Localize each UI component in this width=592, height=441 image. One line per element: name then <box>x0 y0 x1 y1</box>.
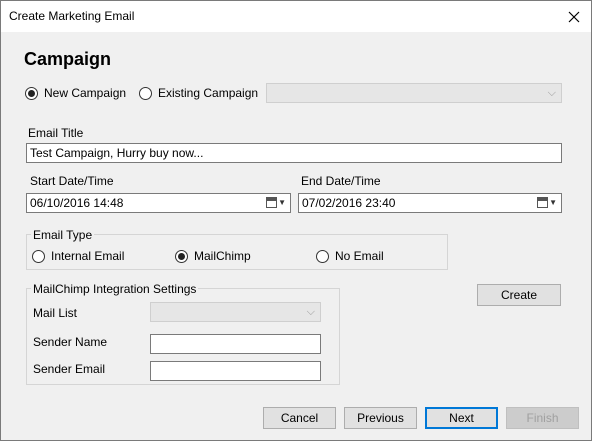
next-button[interactable]: Next <box>425 407 498 429</box>
mailchimp-label: MailChimp <box>194 249 251 263</box>
finish-button-label: Finish <box>526 411 559 425</box>
internal-email-radio[interactable]: Internal Email <box>32 249 124 263</box>
radio-unchecked-icon <box>139 86 152 100</box>
close-icon <box>568 11 580 22</box>
start-date-value: 06/10/2016 14:48 <box>30 196 124 210</box>
no-email-radio[interactable]: No Email <box>316 249 384 263</box>
page-heading: Campaign <box>24 49 112 69</box>
end-date-value: 07/02/2016 23:40 <box>302 196 396 210</box>
mailchimp-radio[interactable]: MailChimp <box>175 249 251 263</box>
sender-name-label: Sender Name <box>33 335 108 349</box>
radio-checked-icon <box>175 249 188 263</box>
internal-email-label: Internal Email <box>51 249 125 263</box>
sender-email-label: Sender Email <box>33 362 106 376</box>
close-button[interactable] <box>557 1 591 32</box>
previous-button[interactable]: Previous <box>344 407 417 429</box>
create-button-label: Create <box>500 288 538 302</box>
calendar-icon[interactable]: ▼ <box>537 197 557 208</box>
end-date-picker[interactable]: 07/02/2016 23:40 ▼ <box>298 193 562 213</box>
radio-unchecked-icon <box>316 249 329 263</box>
previous-button-label: Previous <box>357 411 404 425</box>
cancel-button-label: Cancel <box>280 411 319 425</box>
no-email-label: No Email <box>335 249 384 263</box>
dialog-window: Create Marketing Email Campaign New Camp… <box>0 0 592 441</box>
existing-campaign-radio[interactable]: Existing Campaign <box>139 86 258 100</box>
create-button[interactable]: Create <box>477 284 561 306</box>
email-type-legend: Email Type <box>31 228 95 242</box>
chevron-down-icon: ⌵ <box>306 306 315 318</box>
next-button-label: Next <box>449 411 474 425</box>
window-title: Create Marketing Email <box>9 9 135 23</box>
finish-button: Finish <box>506 407 579 429</box>
mailchimp-settings-legend: MailChimp Integration Settings <box>31 282 199 296</box>
radio-checked-icon <box>25 86 38 100</box>
sender-email-field[interactable] <box>150 361 321 381</box>
calendar-icon[interactable]: ▼ <box>266 197 286 208</box>
existing-campaign-label: Existing Campaign <box>158 86 259 100</box>
new-campaign-label: New Campaign <box>44 86 127 100</box>
radio-unchecked-icon <box>32 249 45 263</box>
start-date-picker[interactable]: 06/10/2016 14:48 ▼ <box>26 193 291 213</box>
start-date-label: Start Date/Time <box>30 174 114 188</box>
chevron-down-icon: ⌵ <box>547 87 556 99</box>
sender-name-field[interactable] <box>150 334 321 354</box>
mail-list-select[interactable]: ⌵ <box>150 302 321 322</box>
new-campaign-radio[interactable]: New Campaign <box>25 86 126 100</box>
mail-list-label: Mail List <box>33 306 78 320</box>
existing-campaign-select[interactable]: ⌵ <box>266 83 562 103</box>
cancel-button[interactable]: Cancel <box>263 407 336 429</box>
title-bar: Create Marketing Email <box>1 1 591 32</box>
end-date-label: End Date/Time <box>301 174 381 188</box>
email-title-field[interactable]: Test Campaign, Hurry buy now... <box>26 143 562 163</box>
email-title-label: Email Title <box>28 126 84 140</box>
